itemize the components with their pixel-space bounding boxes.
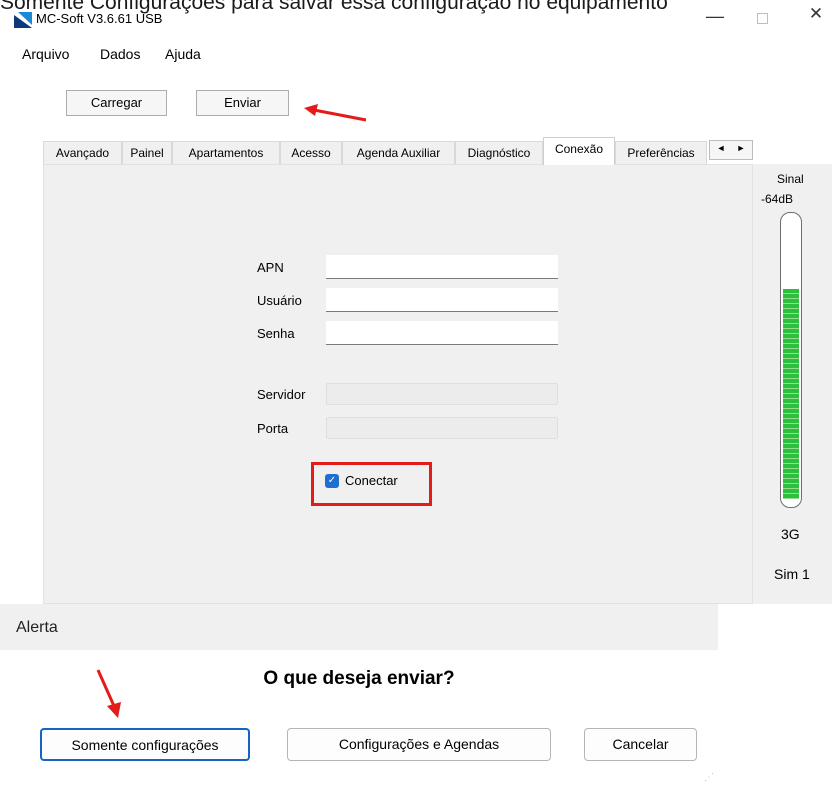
- somente-configuracoes-button[interactable]: Somente configurações: [40, 728, 250, 761]
- tab-diagnostico[interactable]: Diagnóstico: [455, 141, 543, 164]
- annotation-arrow-somente: [96, 669, 121, 718]
- signal-strength-bar: [780, 212, 802, 508]
- sim-label: Sim 1: [774, 566, 810, 582]
- apn-input[interactable]: [326, 255, 558, 279]
- cancelar-button[interactable]: Cancelar: [584, 728, 697, 761]
- maximize-icon: [757, 13, 768, 24]
- menu-ajuda[interactable]: Ajuda: [165, 46, 201, 62]
- porta-input: [326, 417, 558, 439]
- alert-header: [0, 604, 718, 650]
- minimize-button[interactable]: —: [700, 6, 730, 30]
- app-logo-icon: [14, 12, 32, 28]
- configuracoes-e-agendas-button[interactable]: Configurações e Agendas: [287, 728, 551, 761]
- tab-painel[interactable]: Painel: [122, 141, 172, 164]
- tab-preferencias[interactable]: Preferências: [615, 141, 707, 164]
- conectar-label[interactable]: Conectar: [345, 473, 398, 488]
- window-title: MC-Soft V3.6.61 USB: [36, 11, 163, 26]
- signal-value: -64dB: [761, 192, 794, 206]
- enviar-button[interactable]: Enviar: [196, 90, 289, 116]
- tab-avancado[interactable]: Avançado: [43, 141, 122, 164]
- servidor-label: Servidor: [257, 387, 306, 402]
- menu-arquivo[interactable]: Arquivo: [22, 46, 69, 62]
- senha-input[interactable]: [326, 321, 558, 345]
- menu-dados[interactable]: Dados: [100, 46, 140, 62]
- maximize-button[interactable]: [748, 8, 776, 30]
- close-button[interactable]: ✕: [800, 4, 832, 30]
- signal-label: Sinal: [777, 172, 804, 186]
- usuario-label: Usuário: [257, 293, 302, 308]
- tab-agenda-auxiliar[interactable]: Agenda Auxiliar: [342, 141, 455, 164]
- tab-scroll-right-icon[interactable]: ►: [731, 143, 751, 153]
- alert-title: Alerta: [16, 619, 58, 636]
- servidor-input: [326, 383, 558, 405]
- carregar-button[interactable]: Carregar: [66, 90, 167, 116]
- annotation-arrow-enviar: [304, 104, 367, 122]
- tab-acesso[interactable]: Acesso: [280, 141, 342, 164]
- signal-strength-fill: [783, 289, 799, 499]
- resize-grip-icon[interactable]: ⋰: [704, 772, 714, 783]
- tab-conexao[interactable]: Conexão: [543, 137, 615, 165]
- tab-scroll-left-icon[interactable]: ◄: [711, 143, 731, 153]
- porta-label: Porta: [257, 421, 289, 436]
- conectar-checkbox[interactable]: ✓: [325, 474, 339, 488]
- network-type: 3G: [781, 526, 800, 542]
- apn-label: APN: [257, 260, 284, 275]
- senha-label: Senha: [257, 326, 295, 341]
- tab-apartamentos[interactable]: Apartamentos: [172, 141, 280, 164]
- tab-scroll-control: ◄ ►: [709, 140, 753, 160]
- usuario-input[interactable]: [326, 288, 558, 312]
